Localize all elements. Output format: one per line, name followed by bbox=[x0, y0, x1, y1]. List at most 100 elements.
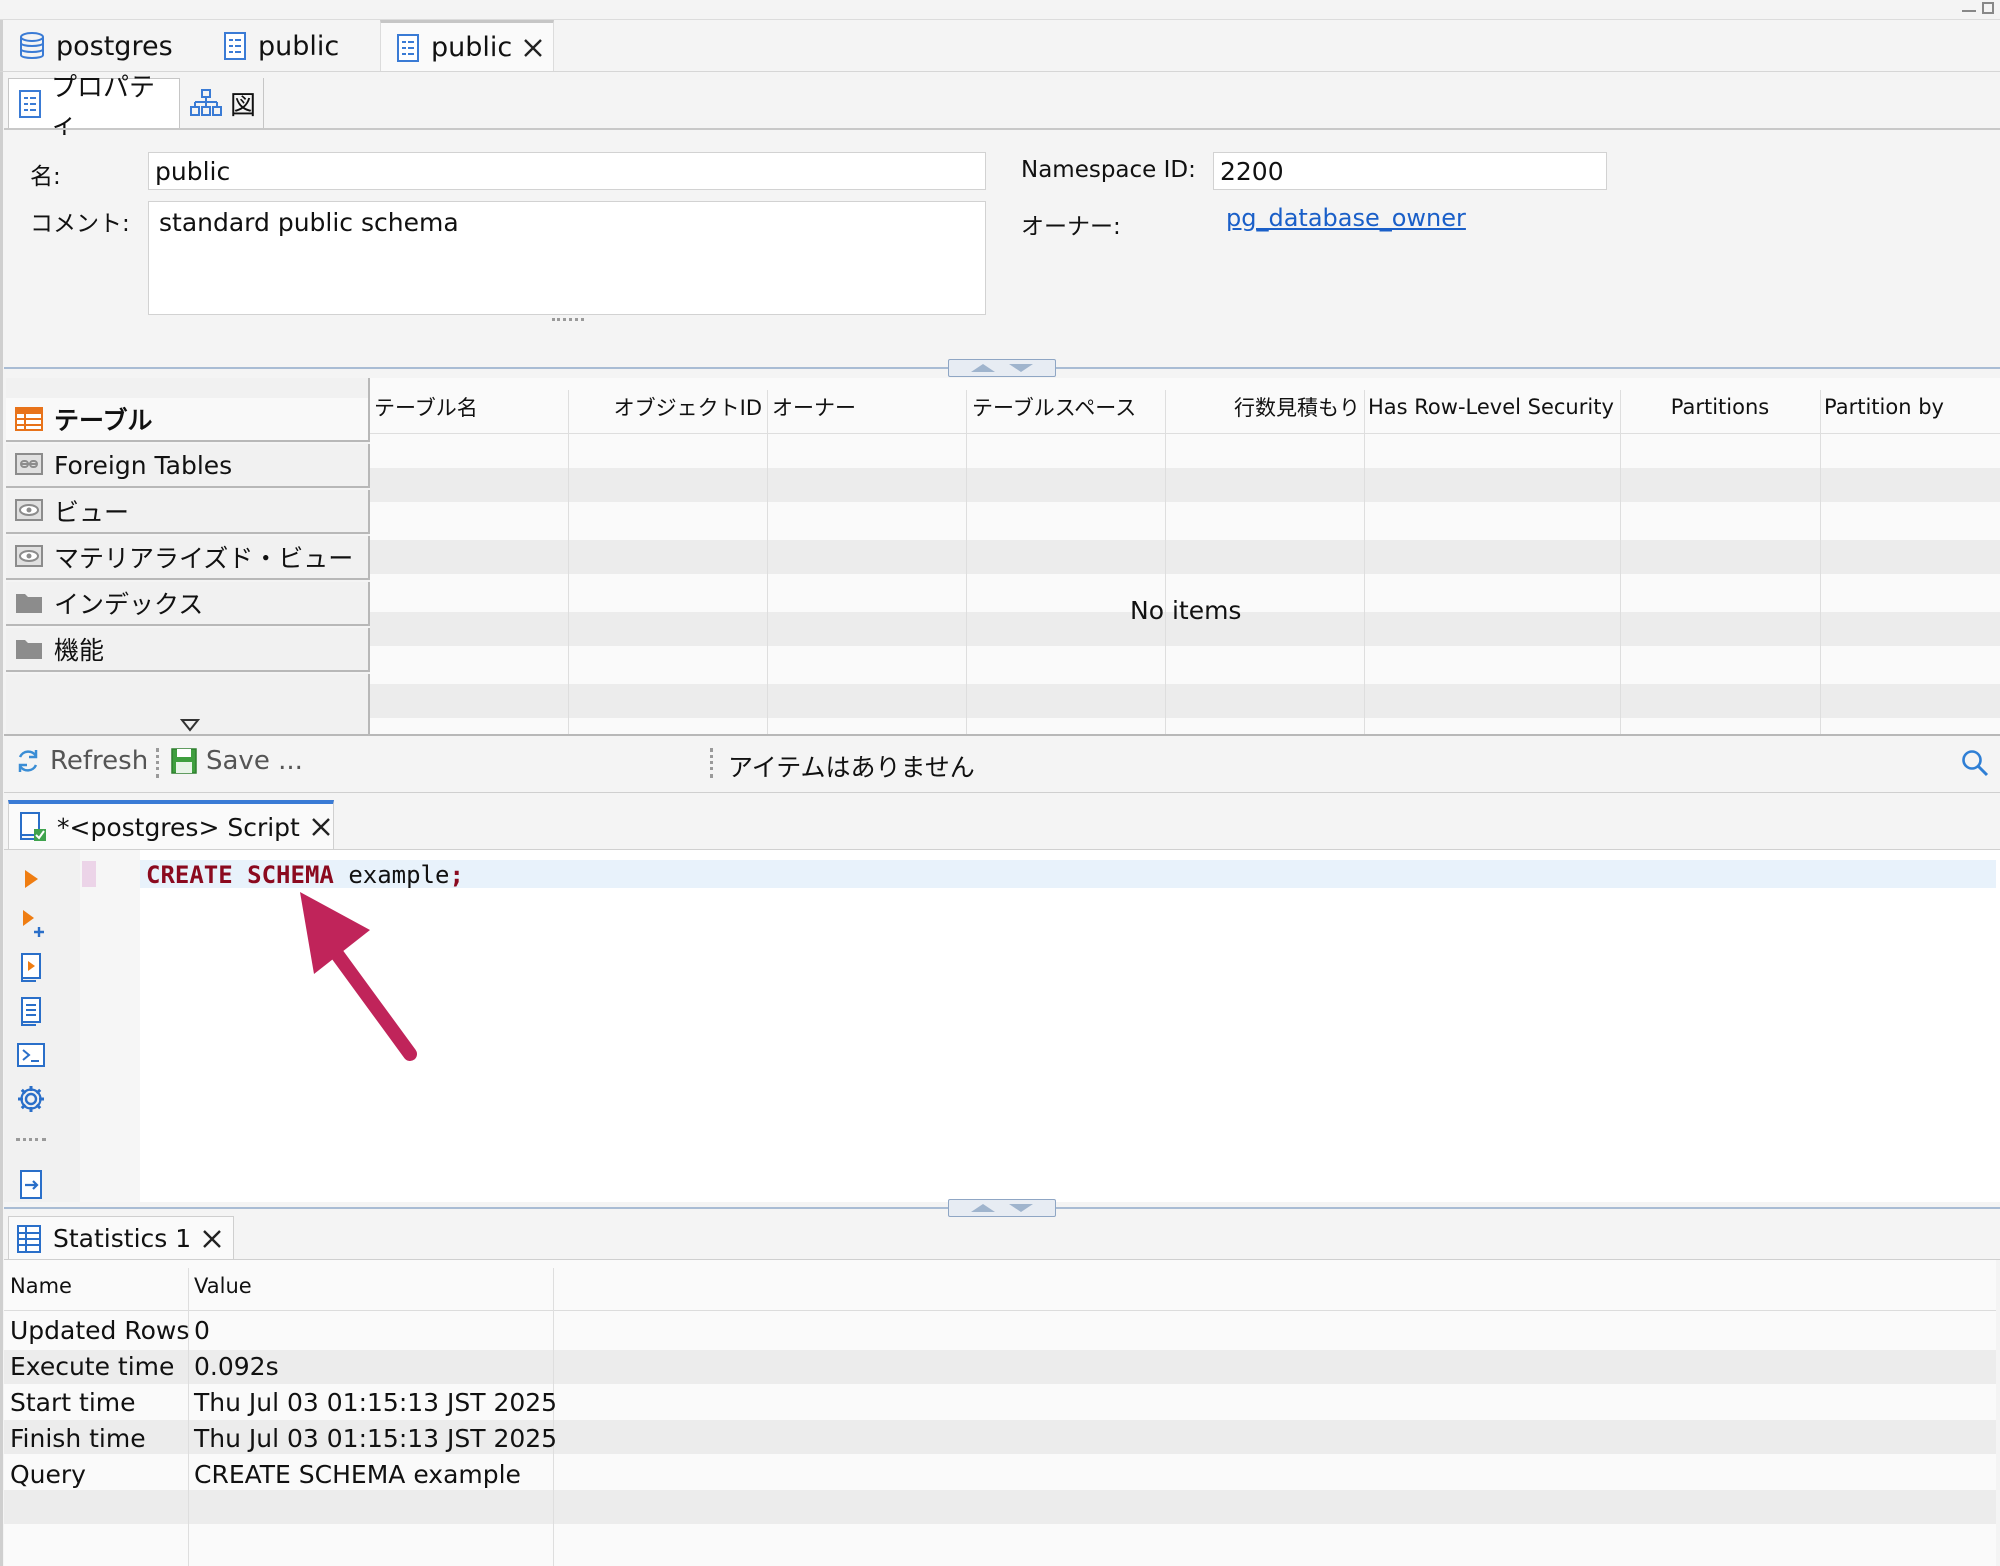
close-icon[interactable] bbox=[522, 37, 544, 59]
stats-row-name: Query bbox=[10, 1460, 86, 1489]
maximize-icon[interactable] bbox=[1982, 2, 1994, 14]
comment-label: コメント: bbox=[30, 211, 130, 237]
explain-plan-icon[interactable] bbox=[14, 994, 48, 1028]
category-label: Foreign Tables bbox=[54, 450, 233, 480]
column-header-table-name[interactable]: テーブル名 bbox=[374, 383, 564, 431]
column-header-partitions[interactable]: Partitions bbox=[1622, 383, 1818, 431]
resize-grip[interactable] bbox=[552, 318, 584, 324]
view-icon bbox=[14, 498, 44, 524]
folder-icon bbox=[14, 636, 44, 662]
editor-tab-label: public bbox=[258, 30, 340, 62]
stats-row-value: Thu Jul 03 01:15:13 JST 2025 bbox=[194, 1424, 558, 1453]
stats-row-name: Finish time bbox=[10, 1424, 146, 1453]
database-icon bbox=[18, 31, 46, 61]
script-tab[interactable]: *<postgres> Script bbox=[8, 800, 334, 850]
name-label: 名: bbox=[30, 164, 61, 190]
table-empty-text: No items bbox=[1130, 596, 1242, 625]
table-icon bbox=[14, 406, 44, 432]
column-divider bbox=[1364, 390, 1365, 734]
category-label: ビュー bbox=[54, 498, 130, 527]
more-tools-icon[interactable] bbox=[16, 1138, 46, 1142]
table-stripe bbox=[370, 540, 2000, 574]
editor-tab-public[interactable]: public bbox=[208, 20, 378, 72]
column-divider bbox=[767, 390, 768, 734]
stats-column-divider bbox=[188, 1268, 189, 1566]
column-header-rls[interactable]: Has Row-Level Security bbox=[1368, 383, 1620, 431]
toolbar-separator bbox=[710, 748, 714, 778]
tab-properties[interactable]: プロパティ bbox=[8, 73, 180, 140]
search-icon[interactable] bbox=[1960, 748, 1990, 778]
column-header-owner[interactable]: オーナー bbox=[772, 383, 962, 431]
column-header-object-id[interactable]: オブジェクトID bbox=[568, 383, 764, 431]
sql-semicolon: ; bbox=[449, 861, 464, 889]
table-stripe bbox=[370, 684, 2000, 718]
stats-row-value: CREATE SCHEMA example bbox=[194, 1460, 521, 1489]
sql-keyword: CREATE bbox=[146, 861, 233, 889]
stats-header-divider bbox=[4, 1310, 1996, 1311]
close-icon[interactable] bbox=[310, 816, 332, 838]
category-functions[interactable]: 機能 bbox=[6, 628, 370, 672]
category-materialized-views[interactable]: マテリアライズド・ビュー bbox=[6, 536, 370, 580]
statistics-tab[interactable]: Statistics 1 bbox=[8, 1216, 234, 1260]
column-header-row-estimate[interactable]: 行数見積もり bbox=[1166, 383, 1362, 431]
column-divider bbox=[1165, 390, 1166, 734]
save-button[interactable]: Save ... bbox=[170, 746, 303, 776]
minimize-icon[interactable] bbox=[1962, 2, 1976, 12]
tab-diagram[interactable]: 図 bbox=[182, 78, 264, 128]
owner-link[interactable]: pg_database_owner bbox=[1226, 204, 1466, 232]
stats-header-name[interactable]: Name bbox=[10, 1274, 72, 1298]
editor-tab-label: public bbox=[431, 32, 513, 63]
foreign-table-icon bbox=[14, 452, 44, 478]
category-label: マテリアライズド・ビュー bbox=[54, 544, 354, 573]
name-field[interactable]: public bbox=[148, 152, 986, 190]
execute-new-tab-icon[interactable] bbox=[14, 906, 48, 940]
namespace-id-field[interactable]: 2200 bbox=[1213, 152, 1607, 190]
category-tables[interactable]: テーブル bbox=[6, 398, 370, 442]
execute-script-icon[interactable] bbox=[14, 950, 48, 984]
diagram-icon bbox=[190, 88, 222, 118]
subtab-divider bbox=[4, 128, 2000, 130]
export-icon[interactable] bbox=[14, 1168, 48, 1202]
column-header-partition-by[interactable]: Partition by bbox=[1824, 383, 1994, 431]
grid-table-icon bbox=[15, 1224, 43, 1254]
toolbar-separator bbox=[156, 748, 160, 778]
editor-tab-label: postgres bbox=[56, 30, 173, 62]
line-marker bbox=[82, 861, 96, 887]
schema-doc-icon bbox=[222, 31, 248, 61]
category-foreign-tables[interactable]: Foreign Tables bbox=[6, 444, 370, 488]
category-label: 機能 bbox=[54, 636, 105, 665]
script-tab-label: *<postgres> Script bbox=[57, 812, 300, 842]
expand-down-icon[interactable] bbox=[180, 718, 200, 732]
category-label: インデックス bbox=[54, 590, 204, 619]
category-views[interactable]: ビュー bbox=[6, 490, 370, 534]
gear-icon[interactable] bbox=[14, 1082, 48, 1116]
window-top-strip bbox=[0, 0, 2000, 20]
owner-label: オーナー: bbox=[1021, 214, 1121, 240]
line-gutter bbox=[80, 850, 140, 1202]
column-header-tablespace[interactable]: テーブルスペース bbox=[972, 383, 1162, 431]
execute-statement-icon[interactable] bbox=[14, 862, 48, 896]
schema-doc-icon bbox=[395, 33, 421, 63]
splitter-sash[interactable] bbox=[948, 359, 1056, 377]
stats-column-divider bbox=[553, 1268, 554, 1566]
folder-icon bbox=[14, 590, 44, 616]
stats-row-name: Execute time bbox=[10, 1352, 175, 1381]
statistics-tab-label: Statistics 1 bbox=[53, 1224, 192, 1253]
toolbar-divider-bottom bbox=[4, 792, 2000, 793]
category-indexes[interactable]: インデックス bbox=[6, 582, 370, 626]
close-icon[interactable] bbox=[201, 1228, 223, 1250]
editor-tab-postgres[interactable]: postgres bbox=[4, 20, 204, 72]
refresh-button[interactable]: Refresh bbox=[14, 746, 148, 776]
annotation-arrow bbox=[286, 882, 426, 1062]
stats-row-value: 0.092s bbox=[194, 1352, 279, 1381]
comment-field[interactable]: standard public schema bbox=[148, 201, 986, 315]
namespace-id-label: Namespace ID: bbox=[1021, 157, 1196, 183]
tab-diagram-label: 図 bbox=[230, 90, 257, 121]
console-icon[interactable] bbox=[14, 1038, 48, 1072]
stats-header-value[interactable]: Value bbox=[194, 1274, 252, 1298]
tab-strip-divider bbox=[0, 71, 2000, 72]
column-divider bbox=[966, 390, 967, 734]
splitter-sash[interactable] bbox=[948, 1199, 1056, 1217]
editor-tab-public-active[interactable]: public bbox=[380, 20, 554, 72]
status-text: アイテムはありません bbox=[728, 753, 975, 782]
